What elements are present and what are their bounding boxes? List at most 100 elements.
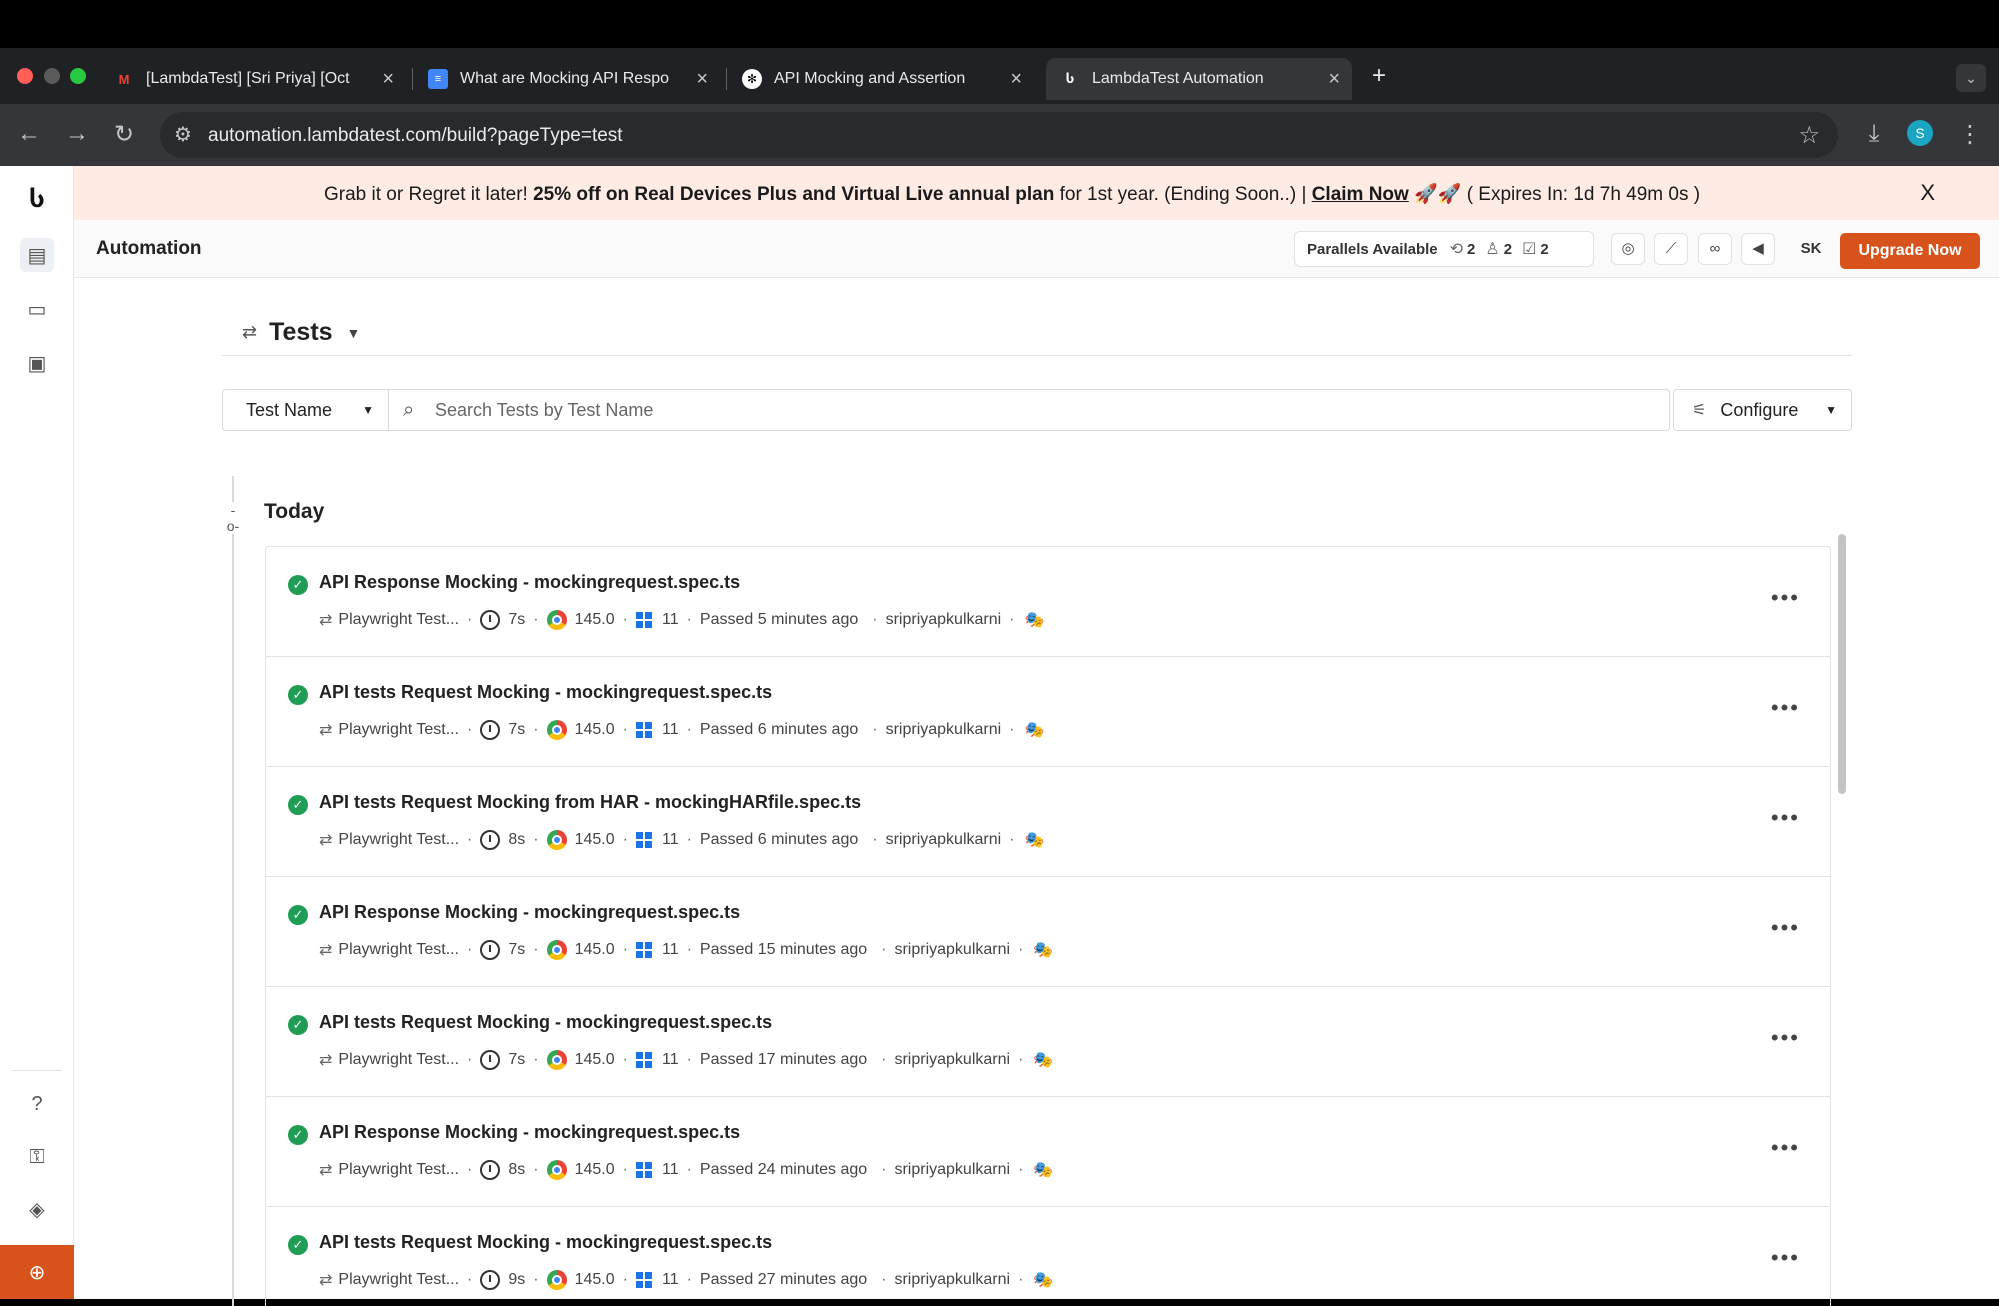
separator: · [1009,721,1015,738]
test-row[interactable]: ✓ API tests Request Mocking from HAR - m… [266,767,1830,877]
test-name[interactable]: API tests Request Mocking - mockingreque… [319,1232,772,1253]
test-row[interactable]: ✓ API Response Mocking - mockingrequest.… [266,1097,1830,1207]
browser-menu-icon[interactable]: ⋮ [1955,120,1985,149]
announcement-icon[interactable]: ◀ [1741,233,1775,265]
more-options-icon[interactable]: ••• [1771,695,1800,721]
framework-label: Playwright Test... [338,1161,460,1178]
os-version: 11 [661,941,679,958]
search-tests-input[interactable] [435,391,1655,429]
test-name[interactable]: API Response Mocking - mockingrequest.sp… [319,902,740,923]
close-tab-icon[interactable]: × [1328,68,1340,91]
test-row[interactable]: ✓ API tests Request Mocking - mockingreq… [266,657,1830,767]
test-row[interactable]: ✓ API Response Mocking - mockingrequest.… [266,877,1830,987]
more-options-icon[interactable]: ••• [1771,805,1800,831]
windows-icon [635,1162,652,1178]
framework-label: Playwright Test... [338,831,460,848]
tab-docs[interactable]: ≡ What are Mocking API Respo × [414,58,720,100]
tests-view-selector[interactable]: ⇄ Tests ▼ [242,318,360,347]
passed-status-icon: ✓ [288,905,308,925]
upgrade-now-button[interactable]: Upgrade Now [1840,233,1980,269]
help-icon[interactable]: ? [20,1087,54,1121]
key-icon[interactable]: ⚿ [20,1140,54,1174]
separator: · [533,1161,539,1178]
caret-down-icon: ▼ [346,324,361,341]
separator: · [622,1161,628,1178]
profile-avatar[interactable]: S [1907,120,1933,146]
tab-gmail[interactable]: M [LambdaTest] [Sri Priya] [Oct × [100,58,406,100]
chrome-icon [546,940,567,960]
more-options-icon[interactable]: ••• [1771,1135,1800,1161]
test-row[interactable]: ✓ API tests Request Mocking - mockingreq… [266,1207,1830,1306]
os-version: 11 [661,831,679,848]
framework-label: Playwright Test... [338,1271,460,1288]
close-tab-icon[interactable]: × [1010,68,1022,91]
tab-lambdatest[interactable]: Ⴑ LambdaTest Automation × [1046,58,1352,100]
forward-button[interactable]: → [62,120,92,148]
filter-bar: Test Name ▼ ⌕ [222,389,1670,431]
tab-search-button[interactable]: ⌄ [1956,64,1986,92]
user-initials-avatar[interactable]: SK [1794,233,1828,265]
reload-button[interactable]: ↻ [109,120,139,149]
duration: 8s [508,831,526,848]
test-meta: ⇄ Playwright Test... · 7s · 145.0 · 11 ·… [319,940,1053,960]
chatgpt-icon: ✻ [742,69,762,89]
test-row[interactable]: ✓ API tests Request Mocking - mockingreq… [266,987,1830,1097]
configure-button[interactable]: ⚟ Configure ▼ [1673,389,1852,431]
link-icon[interactable]: ∞ [1698,233,1732,265]
separator: · [622,721,628,738]
analytics-icon[interactable]: ⟋ [1654,233,1688,265]
parallels-available[interactable]: Parallels Available ⟲ 2 ♙ 2 ☑ 2 [1294,231,1594,267]
test-meta: ⇄ Playwright Test... · 7s · 145.0 · 11 ·… [319,610,1044,630]
new-tab-button[interactable]: + [1364,62,1394,90]
address-bar[interactable]: ⚙ automation.lambdatest.com/build?pageTy… [160,112,1838,158]
user-name: sripriyapkulkarni [894,1271,1011,1288]
test-row[interactable]: ✓ API Response Mocking - mockingrequest.… [266,547,1830,657]
minimize-window-button[interactable] [44,68,60,84]
framework-label: Playwright Test... [338,721,460,738]
sessions-icon[interactable]: ▭ [20,292,54,326]
separator: · [1018,1271,1024,1288]
integrations-icon[interactable]: ◈ [20,1192,54,1226]
lambdatest-icon: Ⴑ [1065,71,1075,86]
clock-icon [480,1050,501,1070]
more-options-icon[interactable]: ••• [1771,1245,1800,1271]
test-name[interactable]: API tests Request Mocking from HAR - moc… [319,792,861,813]
scrollbar[interactable] [1838,534,1846,794]
bookmark-star-icon[interactable]: ☆ [1798,121,1820,150]
url-text[interactable]: automation.lambdatest.com/build?pageType… [208,125,623,147]
tab-separator [726,68,727,90]
user-name: sripriyapkulkarni [894,941,1011,958]
close-tab-icon[interactable]: × [696,68,708,91]
promo-message: Grab it or Regret it later! 25% off on R… [324,184,1701,205]
separator: · [467,721,473,738]
caret-down-icon: ▼ [1825,403,1837,417]
close-tab-icon[interactable]: × [382,68,394,91]
site-settings-icon[interactable]: ⚙ [174,122,192,147]
test-name[interactable]: API tests Request Mocking - mockingreque… [319,682,772,703]
web-parallel-icon: ⟲ [1449,241,1464,258]
download-icon[interactable]: ⤓ [1859,120,1889,148]
test-name[interactable]: API Response Mocking - mockingrequest.sp… [319,572,740,593]
close-banner-button[interactable]: X [1920,180,1935,206]
upgrade-rail-button[interactable]: ⊕ [0,1245,74,1299]
test-name[interactable]: API Response Mocking - mockingrequest.sp… [319,1122,740,1143]
lambdatest-logo-icon[interactable]: Ⴑ [20,182,54,216]
archive-icon[interactable]: ▣ [20,346,54,380]
tab-chatgpt[interactable]: ✻ API Mocking and Assertion × [728,58,1034,100]
separator: · [686,1271,692,1288]
back-button[interactable]: ← [14,120,44,148]
more-options-icon[interactable]: ••• [1771,915,1800,941]
more-options-icon[interactable]: ••• [1771,585,1800,611]
fingerprint-icon[interactable]: ◎ [1611,233,1645,265]
browser-toolbar: ← → ↻ ⚙ automation.lambdatest.com/build?… [0,104,1999,166]
maximize-window-button[interactable] [70,68,86,84]
test-name[interactable]: API tests Request Mocking - mockingreque… [319,1012,772,1033]
claim-now-link[interactable]: Claim Now [1312,184,1409,205]
builds-icon[interactable]: ▤ [20,238,54,272]
more-options-icon[interactable]: ••• [1771,1025,1800,1051]
filter-field-select[interactable]: Test Name ▼ [223,390,389,430]
close-window-button[interactable] [17,68,33,84]
separator: · [686,721,692,738]
test-meta: ⇄ Playwright Test... · 7s · 145.0 · 11 ·… [319,720,1044,740]
duration: 7s [508,721,526,738]
